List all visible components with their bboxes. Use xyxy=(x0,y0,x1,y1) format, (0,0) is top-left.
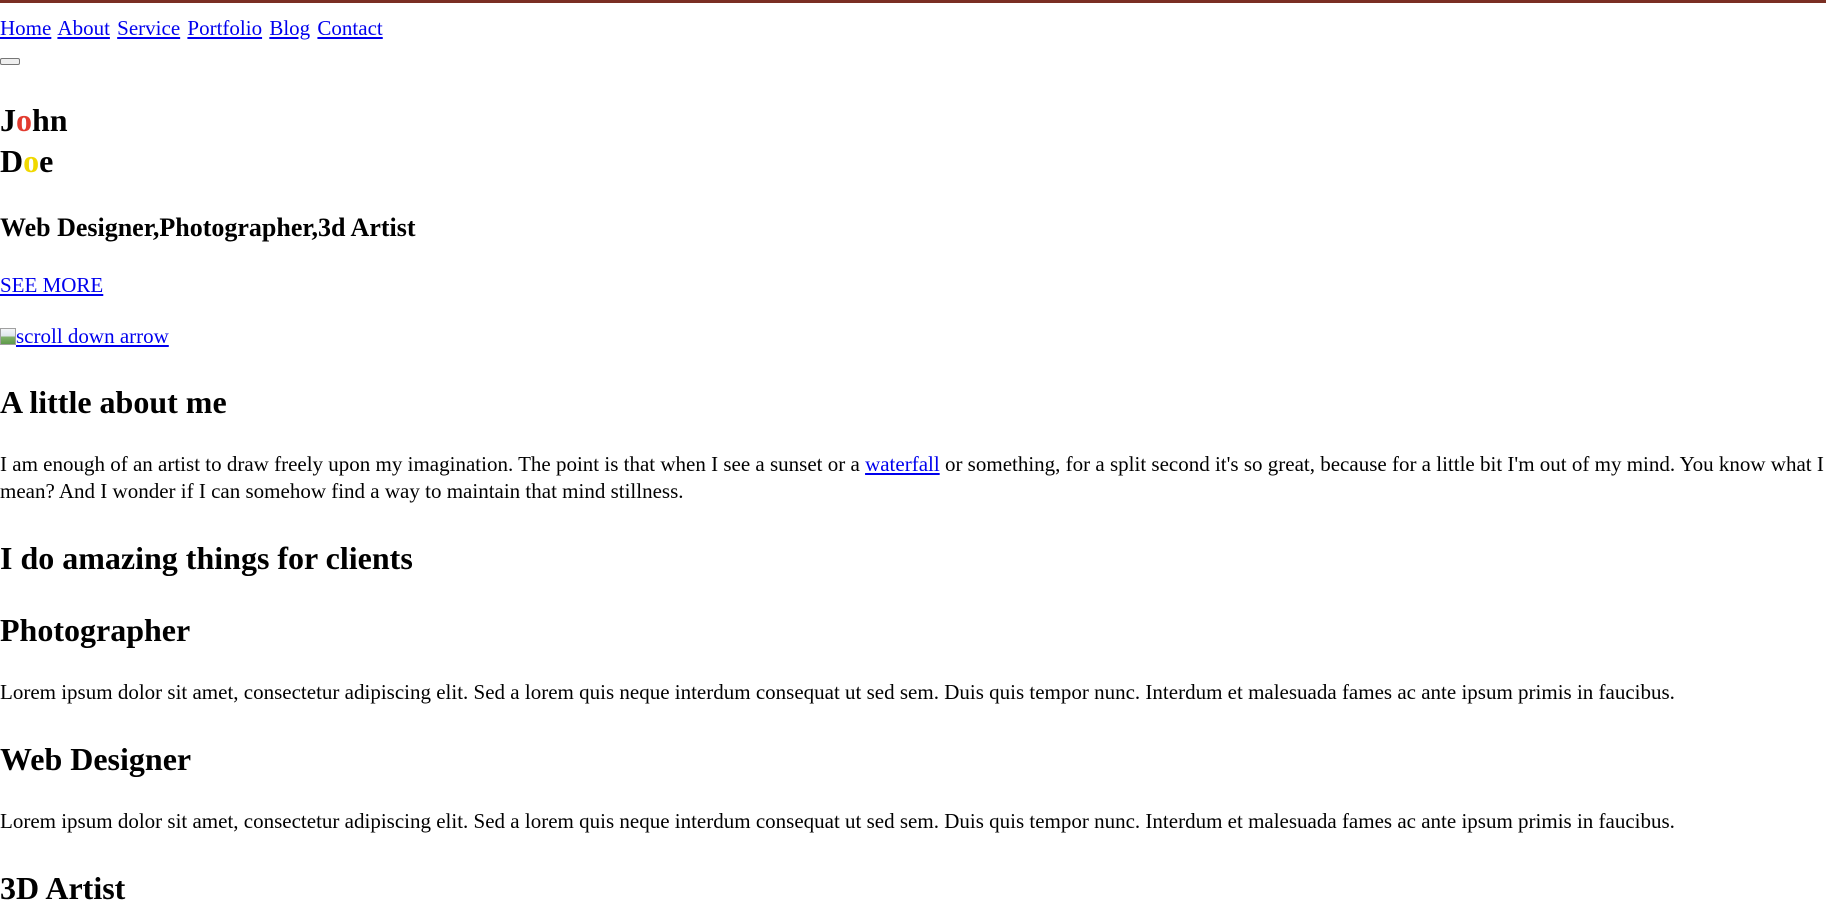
nav-link-home[interactable]: Home xyxy=(0,16,51,40)
nav-link-about[interactable]: About xyxy=(57,16,110,40)
service-title-photographer: Photographer xyxy=(0,612,191,648)
menu-toggle-button[interactable] xyxy=(0,58,20,65)
nav-link-blog[interactable]: Blog xyxy=(269,16,310,40)
last-name-initial: D xyxy=(0,143,24,179)
top-border xyxy=(0,0,1826,3)
first-name-rest: hn xyxy=(32,102,68,138)
waterfall-link[interactable]: waterfall xyxy=(865,452,940,476)
see-more-link[interactable]: SEE MORE xyxy=(0,270,103,300)
scroll-down-alt-text: scroll down arrow xyxy=(16,324,169,348)
service-title-web-designer: Web Designer xyxy=(0,741,192,777)
broken-image-icon xyxy=(0,328,16,345)
hero-last-name: Doe xyxy=(0,141,53,181)
about-heading: A little about me xyxy=(0,384,227,420)
nav-link-service[interactable]: Service xyxy=(117,16,180,40)
hero-first-name: John xyxy=(0,100,68,140)
about-text-before-link: I am enough of an artist to draw freely … xyxy=(0,452,866,476)
main-nav: Home About Service Portfolio Blog Contac… xyxy=(0,8,385,48)
services-heading: I do amazing things for clients xyxy=(0,540,413,576)
hero-subtitle: Web Designer,Photographer,3d Artist xyxy=(0,213,416,242)
first-name-highlight: o xyxy=(16,102,32,138)
first-name-initial: J xyxy=(0,102,16,138)
last-name-highlight: o xyxy=(23,143,40,179)
service-description-web-designer: Lorem ipsum dolor sit amet, consectetur … xyxy=(0,809,1675,833)
last-name-rest: e xyxy=(39,143,54,179)
nav-link-contact[interactable]: Contact xyxy=(317,16,382,40)
service-description-photographer: Lorem ipsum dolor sit amet, consectetur … xyxy=(0,680,1675,704)
about-paragraph: I am enough of an artist to draw freely … xyxy=(0,451,1826,505)
nav-link-portfolio[interactable]: Portfolio xyxy=(187,16,262,40)
service-title-3d-artist: 3D Artist xyxy=(0,870,126,906)
scroll-down-link[interactable]: scroll down arrow xyxy=(0,321,169,351)
